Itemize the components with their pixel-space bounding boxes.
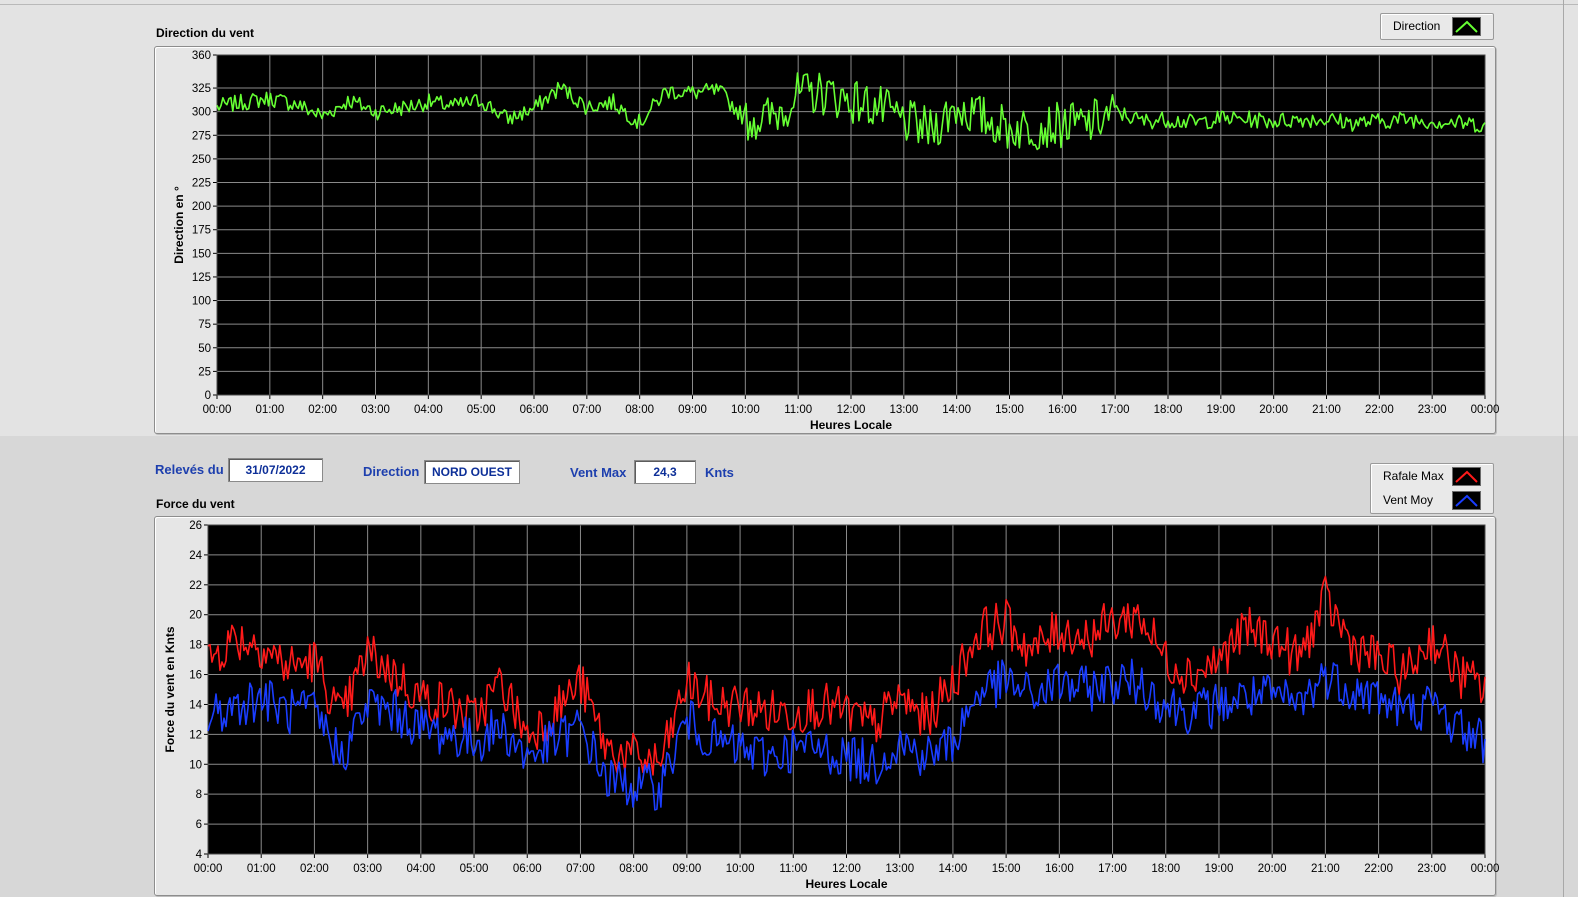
x-tick-label: 17:00: [1098, 863, 1127, 875]
y-axis-title: Force du vent en Knts: [163, 626, 177, 752]
y-tick-label: 22: [189, 580, 202, 592]
x-tick-label: 14:00: [939, 863, 968, 875]
x-tick-label: 15:00: [992, 863, 1021, 875]
legend-item-rafale: Rafale Max: [1371, 464, 1493, 488]
x-tick-label: 04:00: [406, 863, 435, 875]
x-tick-label: 13:00: [885, 863, 914, 875]
x-axis-title: Heures Locale: [805, 877, 887, 891]
x-tick-label: 21:00: [1311, 863, 1340, 875]
y-tick-label: 18: [189, 640, 202, 652]
x-tick-label: 09:00: [672, 863, 701, 875]
x-tick-label: 06:00: [513, 863, 542, 875]
x-tick-label: 23:00: [1417, 863, 1446, 875]
x-tick-label: 00:00: [1471, 863, 1500, 875]
x-tick-label: 03:00: [353, 863, 382, 875]
y-tick-label: 16: [189, 670, 202, 682]
y-tick-label: 12: [189, 729, 202, 741]
y-tick-label: 24: [189, 550, 202, 562]
y-tick-label: 26: [189, 520, 202, 532]
legend-label-rafale: Rafale Max: [1383, 469, 1444, 483]
x-tick-label: 12:00: [832, 863, 861, 875]
y-tick-label: 14: [189, 699, 202, 711]
legend-item-vent-moy: Vent Moy: [1371, 488, 1493, 512]
x-tick-label: 00:00: [194, 863, 223, 875]
x-tick-label: 05:00: [460, 863, 489, 875]
x-tick-label: 01:00: [247, 863, 276, 875]
y-tick-label: 10: [189, 759, 202, 771]
y-tick-label: 6: [196, 819, 202, 831]
x-tick-label: 20:00: [1258, 863, 1287, 875]
x-tick-label: 22:00: [1364, 863, 1393, 875]
y-tick-label: 8: [196, 789, 202, 801]
x-tick-label: 07:00: [566, 863, 595, 875]
x-tick-label: 02:00: [300, 863, 329, 875]
legend-label-vent-moy: Vent Moy: [1383, 493, 1434, 507]
x-tick-label: 08:00: [619, 863, 648, 875]
y-tick-label: 4: [196, 849, 203, 861]
line-swatch-icon: [1452, 467, 1481, 486]
line-swatch-icon: [1452, 491, 1481, 510]
force-chart: 4 6 8 10 12 14 16 18 20 22 24 26 00:00 01:00 02:00 03:0…: [163, 520, 1500, 891]
force-legend: Rafale Max Vent Moy: [1370, 463, 1494, 514]
x-tick-label: 19:00: [1205, 863, 1234, 875]
x-tick-label: 16:00: [1045, 863, 1074, 875]
x-tick-label: 18:00: [1151, 863, 1180, 875]
y-tick-label: 20: [189, 610, 202, 622]
x-tick-label: 11:00: [779, 863, 807, 875]
x-tick-label: 10:00: [726, 863, 755, 875]
